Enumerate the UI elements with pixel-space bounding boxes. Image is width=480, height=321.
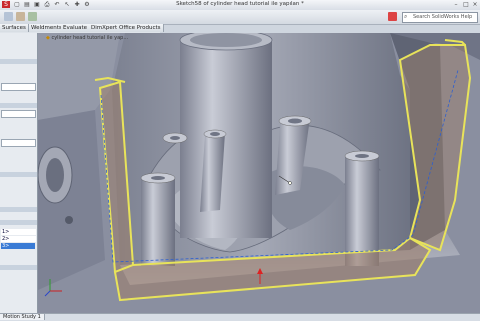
tab-motion-study[interactable]: Motion Study 1 <box>0 314 45 320</box>
maximize-icon[interactable]: □ <box>462 1 470 8</box>
group-header[interactable] <box>0 220 37 225</box>
graphics-viewport[interactable] <box>38 33 480 313</box>
group-header[interactable] <box>0 59 37 64</box>
search-icon: ⌕ <box>404 13 408 20</box>
list-item-selected[interactable]: 3> <box>1 243 35 249</box>
camera-icon[interactable] <box>388 12 397 21</box>
property-field[interactable] <box>1 139 36 147</box>
close-icon[interactable]: × <box>471 1 479 8</box>
property-field[interactable] <box>1 110 36 118</box>
tool-icon[interactable] <box>4 12 13 21</box>
tool-icon[interactable] <box>28 12 37 21</box>
group-header[interactable] <box>0 172 37 177</box>
tab-surfaces[interactable]: Surfaces <box>0 24 29 32</box>
search-input[interactable]: ⌕ Search SolidWorks Help <box>402 12 478 23</box>
breadcrumb[interactable]: ◆ cylinder head tutorial ile yap... <box>46 35 128 41</box>
tab-dimxpert[interactable]: DimXpert <box>89 24 121 32</box>
group-header[interactable] <box>0 207 37 212</box>
tab-evaluate[interactable]: Evaluate <box>61 24 91 32</box>
part-icon: ◆ <box>46 35 50 41</box>
group-header[interactable] <box>0 265 37 270</box>
property-manager: 1> 2> 3> <box>0 33 38 313</box>
group-header[interactable] <box>0 103 37 108</box>
tool-icon[interactable] <box>16 12 25 21</box>
toolbar: ⌕ Search SolidWorks Help <box>0 10 480 25</box>
list-item[interactable]: 2> <box>1 236 36 242</box>
property-field[interactable] <box>1 83 36 91</box>
view-triad-icon <box>44 279 62 297</box>
tab-weldments[interactable]: Weldments <box>29 24 65 32</box>
window-title: Sketch58 of cylinder head tutorial ile y… <box>176 1 304 7</box>
list-item[interactable]: 1> <box>1 229 36 235</box>
tab-office-products[interactable]: Office Products <box>117 24 164 32</box>
minimize-icon[interactable]: – <box>452 1 460 8</box>
cylinder-head-model[interactable] <box>38 33 480 313</box>
